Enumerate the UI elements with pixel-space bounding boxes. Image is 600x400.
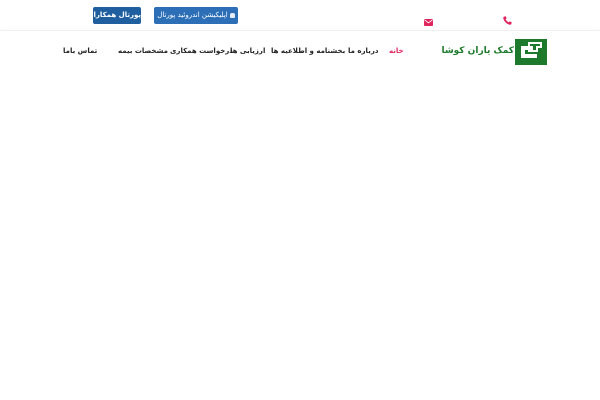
nav-item-evaluations[interactable]: ارزیابی ها [230,47,265,55]
nav-item-insurance[interactable]: مشخصات بیمه [118,47,168,55]
nav-item-about[interactable]: درباره ما [348,47,378,55]
phone-icon[interactable] [503,10,512,29]
nav-item-contact[interactable]: تماس باما [63,47,97,55]
logo-text: کمک یاران کوشا [441,46,514,56]
main-navbar: تماس باما مشخصات بیمه درخواست همکاری ارز… [0,30,600,73]
envelope-icon[interactable] [424,11,433,30]
android-icon [229,12,235,18]
nav-item-home[interactable]: خانه [389,47,404,55]
top-bar: پورتال همکاران اپلیکیشن اندروئید پورتال [0,0,600,30]
partner-portal-button[interactable]: پورتال همکاران [88,7,141,24]
android-app-button[interactable]: اپلیکیشن اندروئید پورتال [154,7,238,24]
logo-emblem-icon [515,39,547,69]
nav-item-circulars[interactable]: بخشنامه و اطلاعیه ها [271,47,345,55]
android-app-label: اپلیکیشن اندروئید پورتال [157,11,228,19]
page-content [0,73,600,400]
site-logo[interactable]: کمک یاران کوشا [441,39,548,65]
nav-item-cooperation[interactable]: درخواست همکاری [170,47,233,55]
